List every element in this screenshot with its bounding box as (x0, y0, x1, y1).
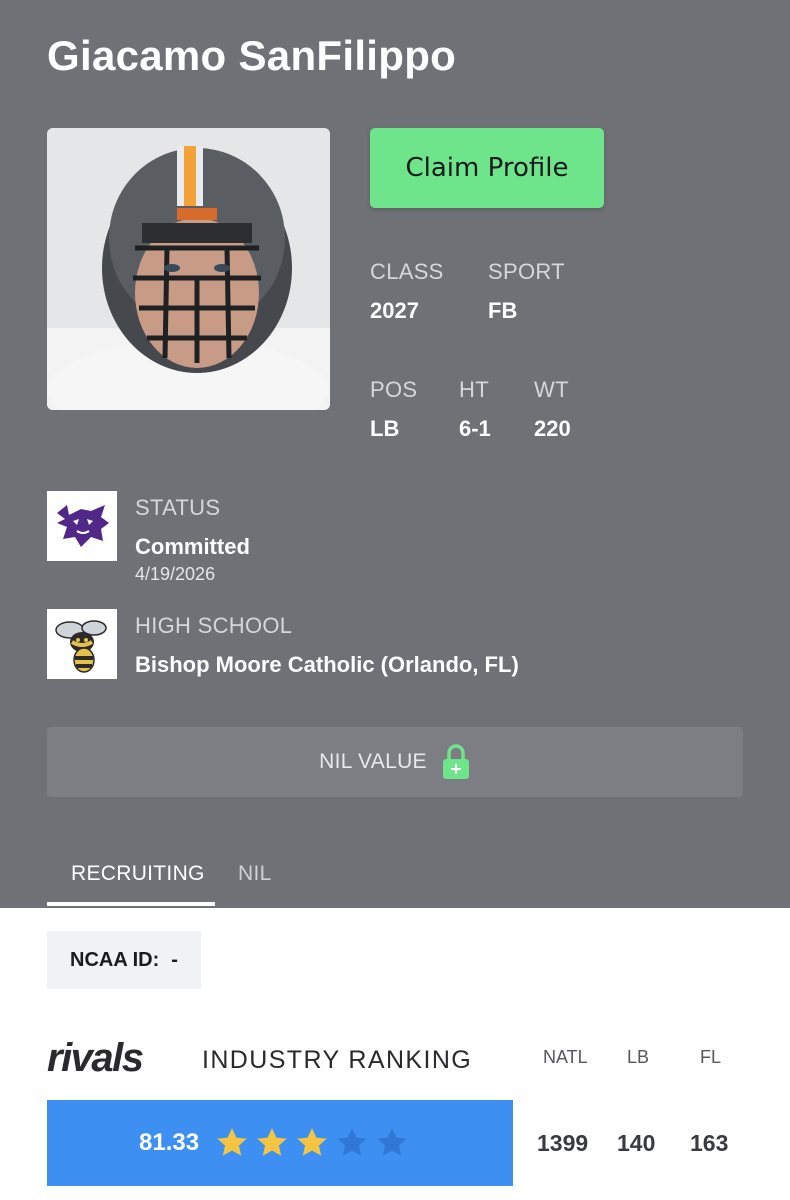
ht-value: 6-1 (459, 416, 491, 441)
ncaa-id-value: - (171, 948, 178, 971)
status-label: STATUS (135, 495, 221, 520)
natl-rank-value: 1399 (537, 1130, 589, 1156)
wt-value: 220 (534, 416, 571, 441)
star-filled-icon (297, 1128, 327, 1156)
star-rating (215, 1126, 409, 1160)
status-date: 4/19/2026 (135, 564, 216, 584)
sport-value: FB (488, 298, 518, 323)
position-rank-value: 140 (617, 1130, 656, 1156)
industry-ranking-title: INDUSTRY RANKING (202, 1046, 473, 1074)
player-name: Giacamo SanFilippo (47, 32, 457, 79)
sport-label: SPORT (488, 259, 565, 284)
ncaa-id-box: NCAA ID: - (47, 931, 201, 989)
wt-label: WT (534, 377, 569, 402)
tab-nil[interactable]: NIL (238, 862, 272, 886)
nil-value-bar[interactable]: NIL VALUE (47, 727, 743, 797)
rivals-logo: rivals (47, 1036, 144, 1080)
star-filled-icon (217, 1128, 247, 1156)
star-empty-icon (337, 1128, 367, 1156)
rating-bar: 81.33 (47, 1100, 513, 1186)
position-rank-header: LB (627, 1047, 650, 1067)
ht-label: HT (459, 377, 489, 402)
kansas-state-wildcat-icon (51, 495, 113, 557)
nil-value-label: NIL VALUE (319, 750, 427, 773)
claim-profile-button[interactable]: Claim Profile (370, 128, 604, 208)
tab-recruiting[interactable]: RECRUITING (71, 862, 205, 886)
player-photo (47, 128, 330, 410)
lock-plus-icon (442, 744, 469, 779)
profile-header: Giacamo SanFilippo Claim Profile CLASS 2… (0, 0, 790, 908)
college-logo[interactable] (47, 491, 117, 561)
hornet-mascot-icon (50, 612, 114, 676)
class-label: CLASS (370, 259, 444, 284)
star-empty-icon (377, 1128, 407, 1156)
pos-value: LB (370, 416, 400, 441)
high-school-value[interactable]: Bishop Moore Catholic (Orlando, FL) (135, 652, 519, 678)
natl-rank-header: NATL (543, 1047, 588, 1067)
player-photo-image (47, 128, 330, 410)
ncaa-id-label: NCAA ID: (70, 948, 160, 971)
status-value: Committed (135, 534, 250, 559)
state-rank-header: FL (700, 1047, 722, 1067)
star-filled-icon (257, 1128, 287, 1156)
rating-score: 81.33 (139, 1129, 200, 1156)
class-value: 2027 (370, 298, 419, 323)
pos-label: POS (370, 377, 418, 402)
state-rank-value: 163 (690, 1130, 729, 1156)
active-tab-indicator (47, 902, 215, 906)
high-school-logo[interactable] (47, 609, 117, 679)
high-school-label: HIGH SCHOOL (135, 613, 293, 638)
